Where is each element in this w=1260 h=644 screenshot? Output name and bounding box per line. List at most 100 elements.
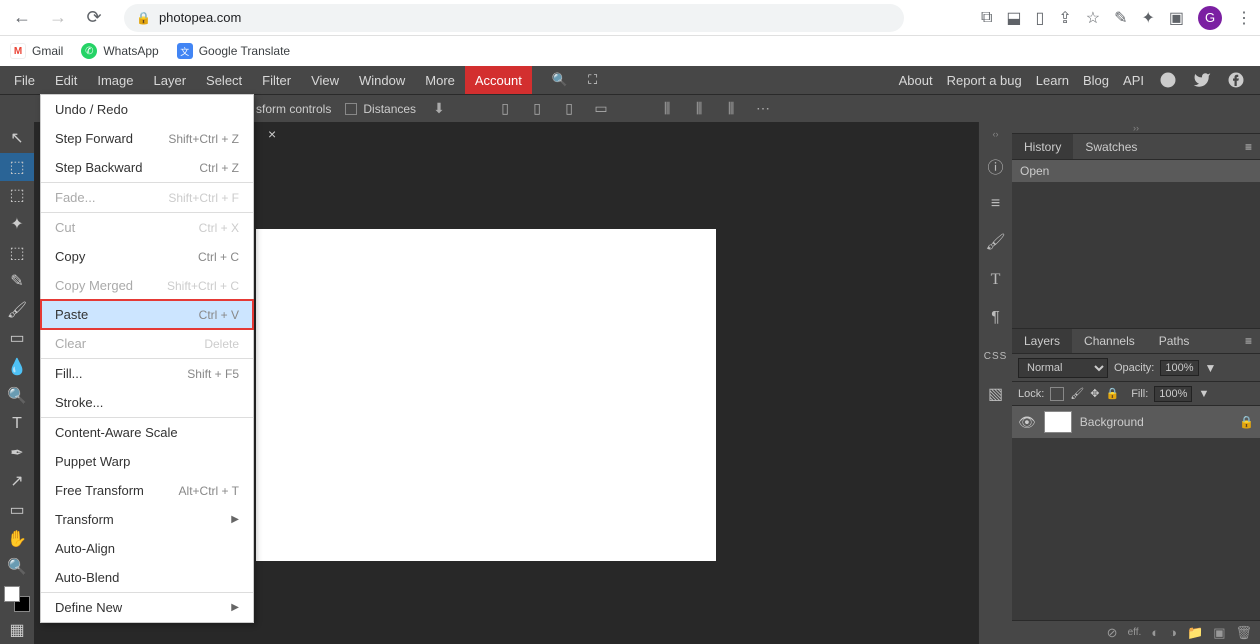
bookmark-whatsapp[interactable]: ✆ WhatsApp <box>81 43 158 59</box>
character-panel-icon[interactable]: T <box>984 268 1008 292</box>
menu-item-step-backward[interactable]: Step BackwardCtrl + Z <box>41 153 253 182</box>
lock-all-icon[interactable]: 🔒 <box>1105 387 1119 400</box>
side-panel-icon[interactable]: ▣ <box>1169 8 1184 28</box>
align-center-icon[interactable]: ▯ <box>528 100 546 118</box>
lock-pixels-icon[interactable]: 🖌 <box>1070 387 1084 400</box>
menu-filter[interactable]: Filter <box>252 66 301 94</box>
foreground-color-swatch[interactable] <box>4 586 20 602</box>
move-tool[interactable]: ↖ <box>0 124 34 153</box>
align-download-icon[interactable]: ⬇ <box>430 100 448 118</box>
align-top-icon[interactable]: ▭ <box>592 100 610 118</box>
lock-transparency-icon[interactable] <box>1050 387 1064 401</box>
delete-layer-icon[interactable]: 🗑 <box>1235 625 1252 641</box>
reload-button[interactable]: ⟳ <box>80 4 108 32</box>
distribute-h-icon[interactable]: ⫼ <box>658 100 676 118</box>
menu-image[interactable]: Image <box>87 66 143 94</box>
paragraph-panel-icon[interactable]: ¶ <box>984 306 1008 330</box>
dodge-tool[interactable]: 🔍 <box>0 381 34 410</box>
pen-tool[interactable]: ✒ <box>0 439 34 468</box>
bookmark-star-icon[interactable]: ☆ <box>1086 8 1100 28</box>
tab-history[interactable]: History <box>1012 134 1073 159</box>
distribute-space-icon[interactable]: ⫼ <box>722 100 740 118</box>
menu-item-puppet-warp[interactable]: Puppet Warp <box>41 447 253 476</box>
crop-tool[interactable]: ⬚ <box>0 238 34 267</box>
menu-item-define-new[interactable]: Define New▶ <box>41 593 253 622</box>
menu-item-step-forward[interactable]: Step ForwardShift+Ctrl + Z <box>41 124 253 153</box>
link-about[interactable]: About <box>899 73 933 88</box>
image-panel-icon[interactable]: ▧ <box>984 382 1008 406</box>
menu-item-fill[interactable]: Fill...Shift + F5 <box>41 359 253 388</box>
document-canvas[interactable] <box>256 229 716 561</box>
twitter-icon[interactable] <box>1192 70 1212 90</box>
rectangle-tool[interactable]: ▭ <box>0 496 34 525</box>
search-icon[interactable]: 🔍 <box>542 66 578 94</box>
eyedropper-tool[interactable]: ✎ <box>0 267 34 296</box>
hand-tool[interactable]: ✋ <box>0 524 34 553</box>
history-entry[interactable]: Open <box>1012 160 1260 182</box>
brush-tool[interactable]: 🖌 <box>0 296 34 325</box>
tab-channels[interactable]: Channels <box>1072 329 1147 353</box>
forward-button[interactable]: → <box>44 4 72 32</box>
layer-effects-icon[interactable]: eff. <box>1128 627 1142 638</box>
visibility-icon[interactable]: 👁 <box>1018 414 1036 431</box>
menu-account[interactable]: Account <box>465 66 532 94</box>
bookmark-translate[interactable]: 文 Google Translate <box>177 43 290 59</box>
layer-row-background[interactable]: 👁 Background 🔒 <box>1012 406 1260 438</box>
adjustment-layer-icon[interactable]: ◑ <box>1169 625 1177 640</box>
menu-window[interactable]: Window <box>349 66 415 94</box>
type-tool[interactable]: T <box>0 410 34 439</box>
wand-tool[interactable]: ✦ <box>0 210 34 239</box>
reddit-icon[interactable] <box>1158 70 1178 90</box>
install-icon[interactable]: ⧉ <box>981 9 992 27</box>
fill-value[interactable]: 100% <box>1154 386 1192 402</box>
menu-item-stroke[interactable]: Stroke... <box>41 388 253 417</box>
chrome-menu-icon[interactable]: ⋮ <box>1236 8 1252 28</box>
color-swatches[interactable] <box>0 582 34 616</box>
menu-item-undo-redo[interactable]: Undo / Redo <box>41 95 253 124</box>
tab-swatches[interactable]: Swatches <box>1073 134 1149 159</box>
distances-checkbox[interactable]: Distances <box>345 102 416 116</box>
menu-file[interactable]: File <box>4 66 45 94</box>
tab-paths[interactable]: Paths <box>1147 329 1202 353</box>
menu-layer[interactable]: Layer <box>144 66 197 94</box>
css-panel-icon[interactable]: CSS <box>984 344 1008 368</box>
back-button[interactable]: ← <box>8 4 36 32</box>
new-layer-icon[interactable]: ▣ <box>1213 625 1225 641</box>
clone-tool[interactable]: ▭ <box>0 324 34 353</box>
history-panel-menu-icon[interactable]: ≡ <box>1237 140 1260 154</box>
artboard-tool[interactable]: ⬚ <box>0 153 34 182</box>
menu-more[interactable]: More <box>415 66 465 94</box>
align-left-icon[interactable]: ▯ <box>496 100 514 118</box>
close-tab-icon[interactable]: × <box>258 126 286 142</box>
fullscreen-icon[interactable]: ⛶ <box>578 66 607 94</box>
eyedropper-icon[interactable]: ✎ <box>1114 8 1127 28</box>
new-folder-icon[interactable]: 📁 <box>1187 625 1203 641</box>
info-panel-icon[interactable]: ⓘ <box>984 154 1008 178</box>
profile-avatar[interactable]: G <box>1198 6 1222 30</box>
fill-dropdown-icon[interactable]: ▼ <box>1198 388 1209 400</box>
link-blog[interactable]: Blog <box>1083 73 1109 88</box>
menu-view[interactable]: View <box>301 66 349 94</box>
link-learn[interactable]: Learn <box>1036 73 1069 88</box>
panel-collapse-bar[interactable]: ›› <box>1012 122 1260 134</box>
menu-item-free-transform[interactable]: Free TransformAlt+Ctrl + T <box>41 476 253 505</box>
layer-thumbnail[interactable] <box>1044 411 1072 433</box>
link-api[interactable]: API <box>1123 73 1144 88</box>
align-right-icon[interactable]: ▯ <box>560 100 578 118</box>
menu-item-auto-align[interactable]: Auto-Align <box>41 534 253 563</box>
link-report-bug[interactable]: Report a bug <box>947 73 1022 88</box>
marquee-tool[interactable]: ⬚ <box>0 181 34 210</box>
layer-mask-icon[interactable]: ◐ <box>1151 625 1159 640</box>
share-icon[interactable]: ⇪ <box>1058 8 1071 28</box>
quick-mask-tool[interactable]: ▦ <box>0 616 34 644</box>
address-bar[interactable]: 🔒 photopea.com <box>124 4 904 32</box>
extensions-icon[interactable]: ✦ <box>1141 8 1154 28</box>
menu-item-paste[interactable]: PasteCtrl + V <box>41 300 253 329</box>
opacity-dropdown-icon[interactable]: ▼ <box>1205 361 1217 375</box>
more-options-icon[interactable]: ⋯ <box>754 100 772 118</box>
lock-position-icon[interactable]: ✥ <box>1090 387 1099 400</box>
menu-item-content-aware-scale[interactable]: Content-Aware Scale <box>41 418 253 447</box>
menu-item-copy[interactable]: CopyCtrl + C <box>41 242 253 271</box>
blur-tool[interactable]: 💧 <box>0 353 34 382</box>
layers-panel-menu-icon[interactable]: ≡ <box>1237 334 1260 348</box>
